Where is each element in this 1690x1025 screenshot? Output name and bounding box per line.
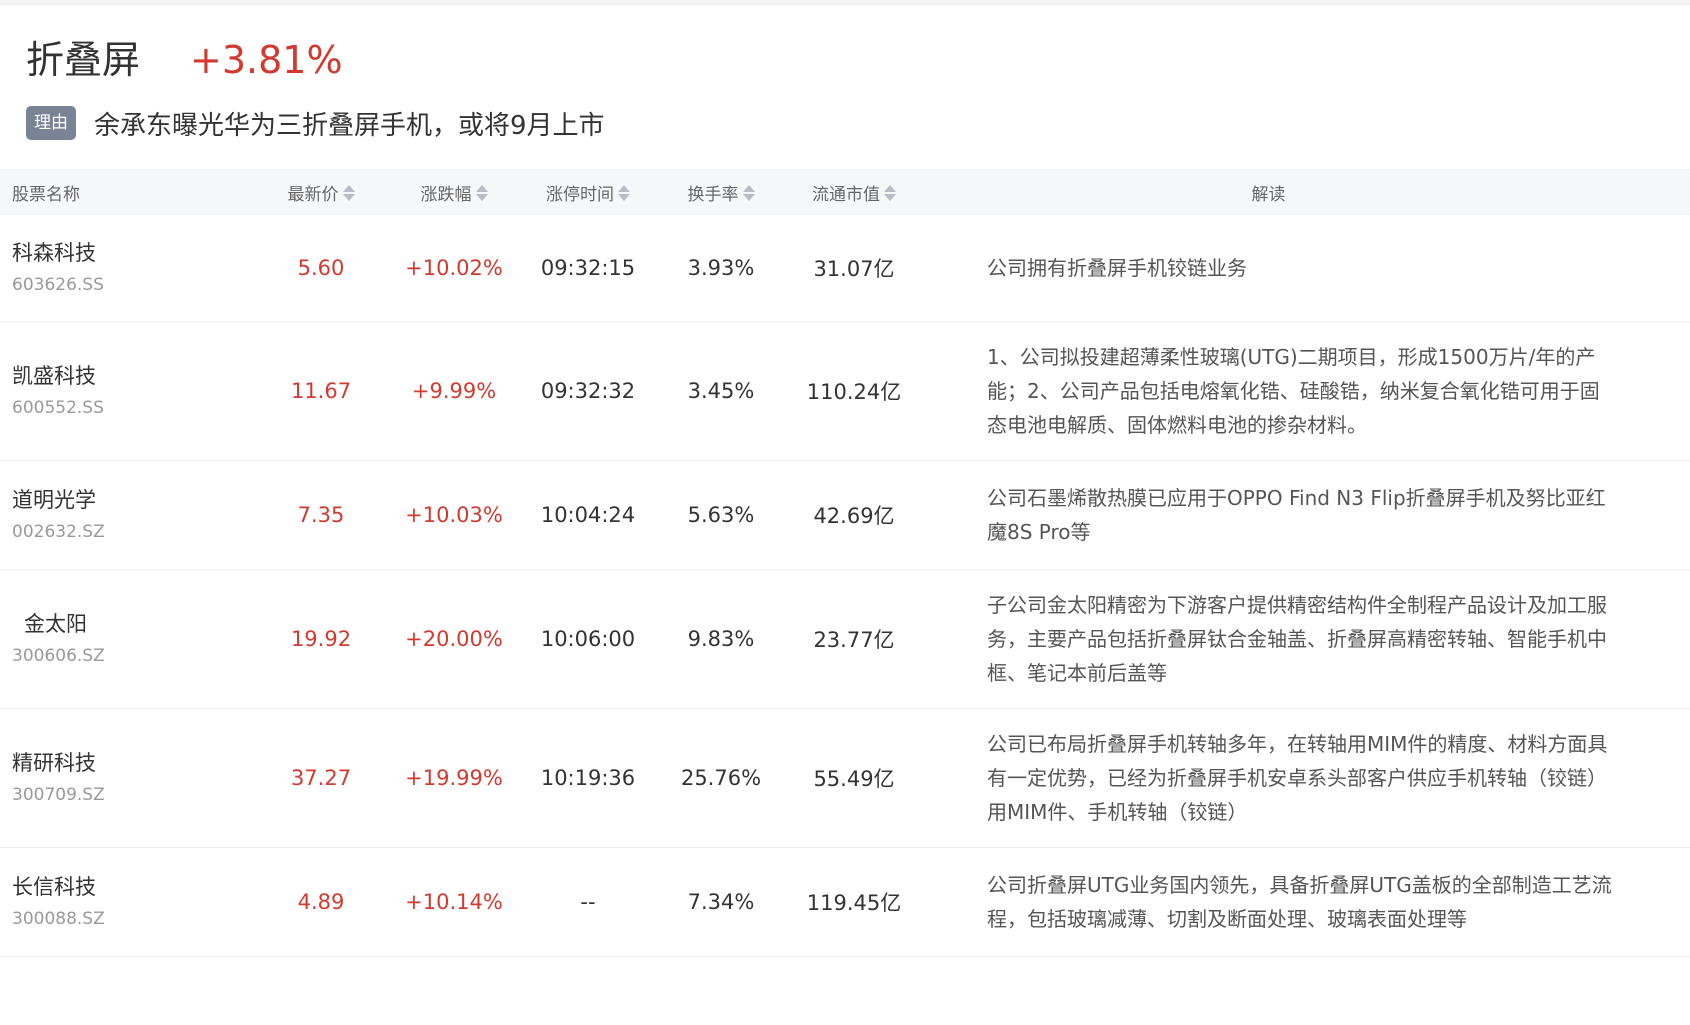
stock-desc: 公司折叠屏UTG业务国内领先，具备折叠屏UTG盖板的全部制造工艺流程，包括玻璃减…	[987, 873, 1612, 931]
table-row[interactable]: 道明光学 002632.SZ 7.35 +10.03% 10:04:24 5.6…	[0, 461, 1690, 570]
col-header-float-cap-label: 流通市值	[812, 184, 880, 205]
turnover-rate: 9.83%	[687, 627, 755, 651]
latest-price: 4.89	[297, 890, 345, 914]
topic-panel: 折叠屏 +3.81% 理由 余承东曝光华为三折叠屏手机，或将9月上市 股票名称 …	[0, 4, 1690, 1025]
stock-name[interactable]: 道明光学	[12, 485, 255, 515]
stock-code: 300709.SZ	[12, 785, 105, 805]
topic-title: 折叠屏	[26, 38, 141, 82]
stock-code: 603626.SS	[12, 275, 104, 295]
turnover-rate: 5.63%	[687, 503, 755, 527]
col-header-price-label: 最新价	[287, 184, 339, 205]
turnover-rate: 25.76%	[680, 766, 762, 790]
float-cap: 55.49亿	[813, 767, 895, 791]
change-pct: +10.02%	[405, 256, 503, 280]
stock-cell[interactable]: 凯盛科技 600552.SS	[0, 361, 255, 421]
col-header-turnover-label: 换手率	[687, 184, 739, 205]
latest-price: 5.60	[297, 256, 345, 280]
float-cap: 110.24亿	[806, 380, 902, 404]
reason-badge: 理由	[26, 106, 76, 140]
float-cap: 23.77亿	[813, 628, 895, 652]
sort-icon[interactable]	[742, 184, 755, 202]
turnover-rate: 3.93%	[687, 256, 755, 280]
stock-code: 300606.SZ	[12, 646, 105, 666]
stock-desc: 公司拥有折叠屏手机铰链业务	[987, 256, 1247, 280]
limit-time: 10:06:00	[540, 627, 636, 651]
stock-desc: 子公司金太阳精密为下游客户提供精密结构件全制程产品设计及加工服务，主要产品包括折…	[987, 593, 1607, 685]
topic-change: +3.81%	[190, 38, 343, 82]
sort-icon[interactable]	[342, 184, 355, 202]
col-header-name: 股票名称	[12, 184, 80, 205]
col-header-desc: 解读	[1251, 184, 1286, 205]
stock-desc: 公司已布局折叠屏手机转轴多年，在转轴用MIM件的精度、材料方面具有一定优势，已经…	[987, 732, 1608, 824]
col-header-turnover[interactable]: 换手率	[655, 180, 787, 205]
stock-name[interactable]: 凯盛科技	[12, 361, 255, 391]
float-cap: 31.07亿	[813, 257, 895, 281]
table-row[interactable]: 科森科技 603626.SS 5.60 +10.02% 09:32:15 3.9…	[0, 215, 1690, 322]
table-row[interactable]: 金太阳 300606.SZ 19.92 +20.00% 10:06:00 9.8…	[0, 570, 1690, 709]
change-pct: +19.99%	[405, 766, 503, 790]
stock-cell[interactable]: 金太阳 300606.SZ	[0, 609, 255, 669]
limit-time: 10:19:36	[540, 766, 636, 790]
table-header: 股票名称 最新价 涨跌幅 涨停时间 换手率 流通市值 解读	[0, 169, 1690, 215]
float-cap: 42.69亿	[813, 504, 895, 528]
stock-cell[interactable]: 道明光学 002632.SZ	[0, 485, 255, 545]
stock-cell[interactable]: 长信科技 300088.SZ	[0, 872, 255, 932]
change-pct: +20.00%	[405, 627, 503, 651]
latest-price: 7.35	[297, 503, 345, 527]
stock-desc: 1、公司拟投建超薄柔性玻璃(UTG)二期项目，形成1500万片/年的产能；2、公…	[987, 345, 1600, 437]
stock-desc: 公司石墨烯散热膜已应用于OPPO Find N3 Flip折叠屏手机及努比亚红魔…	[987, 486, 1606, 544]
sort-icon[interactable]	[884, 184, 896, 202]
stock-name[interactable]: 金太阳	[12, 609, 255, 639]
limit-time: 09:32:32	[540, 379, 636, 403]
col-header-float-cap[interactable]: 流通市值	[787, 180, 921, 205]
limit-time: 10:04:24	[540, 503, 636, 527]
stock-cell[interactable]: 科森科技 603626.SS	[0, 238, 255, 298]
sort-icon[interactable]	[618, 184, 630, 202]
stock-name[interactable]: 科森科技	[12, 238, 255, 268]
table-row[interactable]: 长信科技 300088.SZ 4.89 +10.14% -- 7.34% 119…	[0, 848, 1690, 957]
stock-code: 600552.SS	[12, 398, 104, 418]
stock-cell[interactable]: 精研科技 300709.SZ	[0, 748, 255, 808]
col-header-limit-time-label: 涨停时间	[546, 184, 614, 205]
sort-icon[interactable]	[475, 184, 488, 202]
stock-name[interactable]: 长信科技	[12, 872, 255, 902]
latest-price: 37.27	[290, 766, 352, 790]
topic-header: 折叠屏 +3.81% 理由 余承东曝光华为三折叠屏手机，或将9月上市	[0, 5, 1690, 169]
reason-row: 理由 余承东曝光华为三折叠屏手机，或将9月上市	[26, 103, 605, 143]
col-header-change-label: 涨跌幅	[420, 184, 472, 205]
change-pct: +10.14%	[405, 890, 503, 914]
stock-table: 股票名称 最新价 涨跌幅 涨停时间 换手率 流通市值 解读 科森科技 60362…	[0, 169, 1690, 957]
col-header-change[interactable]: 涨跌幅	[387, 180, 521, 205]
stock-code: 002632.SZ	[12, 522, 105, 542]
turnover-rate: 7.34%	[687, 890, 755, 914]
turnover-rate: 3.45%	[687, 379, 755, 403]
latest-price: 11.67	[290, 379, 352, 403]
change-pct: +10.03%	[405, 503, 503, 527]
stock-code: 300088.SZ	[12, 909, 105, 929]
reason-text: 余承东曝光华为三折叠屏手机，或将9月上市	[94, 110, 605, 141]
col-header-limit-time[interactable]: 涨停时间	[521, 180, 655, 205]
col-header-price[interactable]: 最新价	[255, 180, 387, 205]
table-row[interactable]: 凯盛科技 600552.SS 11.67 +9.99% 09:32:32 3.4…	[0, 322, 1690, 461]
limit-time: 09:32:15	[540, 256, 636, 280]
latest-price: 19.92	[290, 627, 352, 651]
table-row[interactable]: 精研科技 300709.SZ 37.27 +19.99% 10:19:36 25…	[0, 709, 1690, 848]
stock-name[interactable]: 精研科技	[12, 748, 255, 778]
limit-time: --	[580, 890, 596, 914]
change-pct: +9.99%	[411, 379, 497, 403]
float-cap: 119.45亿	[806, 891, 902, 915]
